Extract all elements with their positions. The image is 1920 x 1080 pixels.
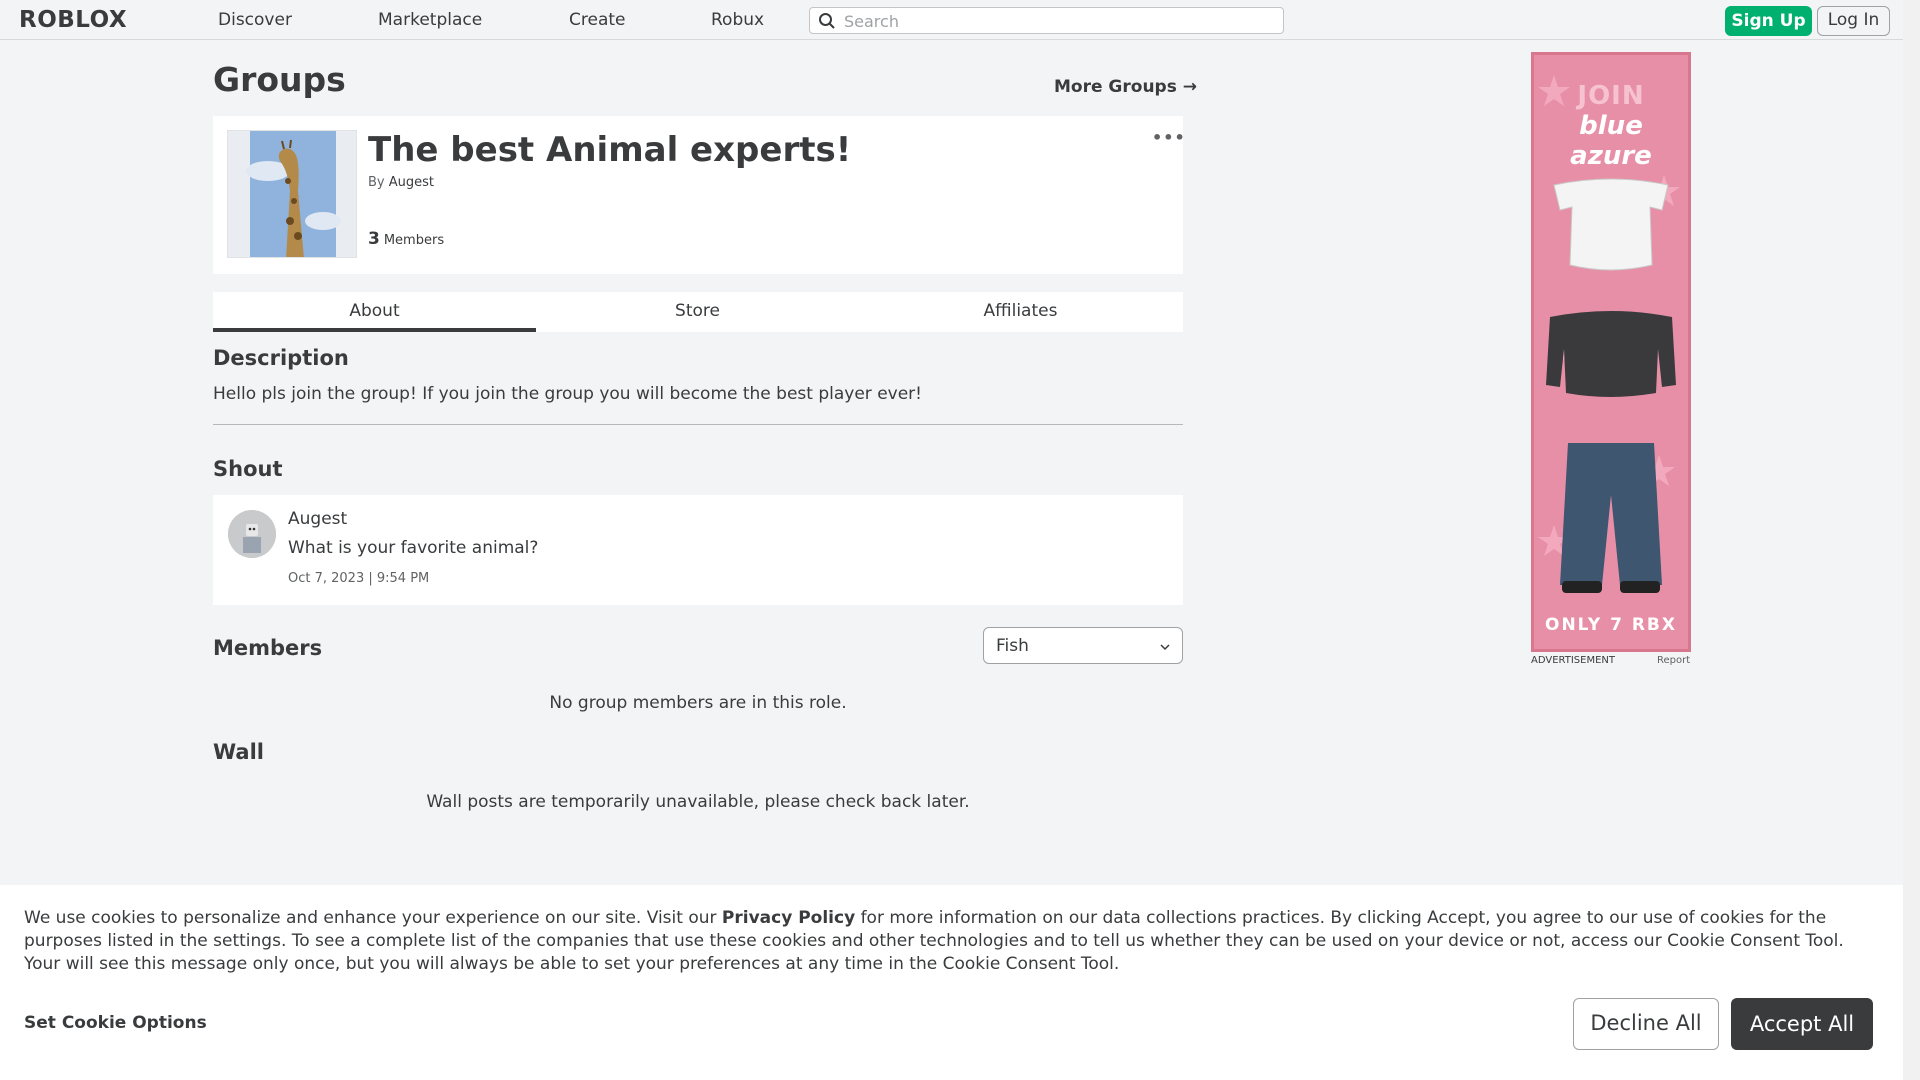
giraffe-image	[228, 131, 356, 257]
description-title: Description	[213, 346, 349, 370]
shout-title: Shout	[213, 457, 283, 481]
roblox-logo[interactable]: ROBLOX	[19, 7, 127, 33]
shout-date: Oct 7, 2023 | 9:54 PM	[288, 571, 430, 586]
page-scrollbar[interactable]	[1903, 0, 1920, 1080]
ad-join-text: JOIN	[1577, 81, 1645, 111]
privacy-policy-link[interactable]: Privacy Policy	[722, 908, 855, 928]
advertisement-label: ADVERTISEMENT	[1531, 655, 1616, 666]
more-options-icon[interactable]: •••	[1152, 128, 1186, 147]
more-groups-link[interactable]: More Groups →	[1054, 77, 1197, 97]
avatar[interactable]	[228, 510, 276, 558]
cookie-text-before: We use cookies to personalize and enhanc…	[24, 908, 722, 928]
tab-store[interactable]: Store	[536, 292, 859, 332]
members-empty-text: No group members are in this role.	[549, 693, 847, 713]
page-title: Groups	[213, 60, 346, 99]
member-count-label: Members	[383, 233, 445, 248]
cookie-banner: We use cookies to personalize and enhanc…	[0, 885, 1903, 1080]
shout-username[interactable]: Augest	[288, 509, 347, 529]
advertisement-banner[interactable]: JOIN blue azure ONLY 7 RBX	[1531, 52, 1691, 652]
nav-link-robux[interactable]: Robux	[711, 10, 764, 30]
search-icon	[819, 13, 835, 29]
tab-affiliates[interactable]: Affiliates	[859, 292, 1182, 332]
nav-link-marketplace[interactable]: Marketplace	[378, 10, 482, 30]
nav-link-discover[interactable]: Discover	[218, 10, 292, 30]
nav-link-create[interactable]: Create	[569, 10, 626, 30]
section-divider	[213, 424, 1183, 425]
owner-link[interactable]: Augest	[389, 175, 434, 190]
login-button[interactable]: Log In	[1817, 6, 1890, 36]
chevron-down-icon	[1160, 644, 1170, 651]
group-header-card: The best Animal experts! By Augest 3 Memb…	[213, 116, 1186, 274]
set-cookie-options-link[interactable]: Set Cookie Options	[24, 1013, 207, 1033]
group-name: The best Animal experts!	[368, 130, 852, 170]
search-box[interactable]	[809, 7, 1284, 34]
accept-all-button[interactable]: Accept All	[1731, 998, 1873, 1050]
wall-unavailable-text: Wall posts are temporarily unavailable, …	[426, 792, 970, 812]
shout-message: What is your favorite animal?	[288, 538, 539, 558]
search-input[interactable]	[844, 10, 1264, 32]
shout-card: Augest What is your favorite animal? Oct…	[213, 495, 1183, 605]
cookie-message: We use cookies to personalize and enhanc…	[24, 907, 1884, 976]
ad-brand-text: blue azure	[1570, 111, 1652, 171]
decline-all-button[interactable]: Decline All	[1573, 998, 1719, 1050]
ad-price-text: ONLY 7 RBX	[1545, 615, 1677, 635]
group-owner: By Augest	[368, 175, 434, 190]
members-title: Members	[213, 636, 323, 660]
signup-button[interactable]: Sign Up	[1725, 6, 1812, 36]
description-text: Hello pls join the group! If you join th…	[213, 384, 922, 404]
group-tabs: About Store Affiliates	[213, 292, 1183, 332]
role-dropdown[interactable]: Fish	[983, 627, 1183, 664]
group-emblem	[227, 130, 357, 258]
wall-title: Wall	[213, 740, 264, 764]
by-label: By	[368, 175, 385, 190]
member-count-value: 3	[368, 229, 380, 249]
ad-report-link[interactable]: Report	[1657, 655, 1690, 666]
member-count: 3 Members	[368, 229, 444, 249]
avatar-image	[228, 510, 276, 558]
tab-about[interactable]: About	[213, 292, 536, 332]
top-navbar: ROBLOX Discover Marketplace Create Robux…	[0, 0, 1903, 40]
role-dropdown-value: Fish	[996, 636, 1029, 656]
